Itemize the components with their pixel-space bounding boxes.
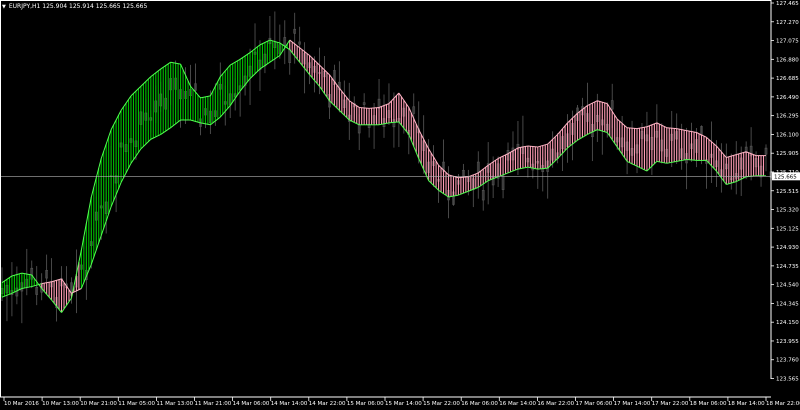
band-edge-upper <box>666 127 677 130</box>
time-tick-label: 14 Mar 06:00 <box>233 401 270 407</box>
price-tick-label: 125.905 <box>776 151 799 157</box>
price-tick-label: 127.465 <box>776 1 799 7</box>
current-price-label: 125.665 <box>774 174 797 180</box>
time-tick-label: 16 Mar 22:00 <box>537 401 574 407</box>
price-tick-label: 124.735 <box>776 264 799 270</box>
price-tick-label: 123.565 <box>776 377 799 383</box>
time-tick-label: 10 Mar 13:00 <box>42 401 79 407</box>
price-tick-label: 126.880 <box>776 57 799 63</box>
time-tick-label: 10 Mar 2016 <box>4 401 39 407</box>
price-tick-label: 126.490 <box>776 95 799 101</box>
price-tick-label: 127.075 <box>776 39 799 45</box>
time-tick-label: 15 Mar 14:00 <box>385 401 422 407</box>
price-tick-label: 127.270 <box>776 20 799 26</box>
time-tick-label: 18 Mar 22:00 <box>766 401 800 407</box>
price-chart[interactable]: 127.465 127.270 127.075 126.880 126.685 126.4… <box>0 0 800 410</box>
price-tick-label: 124.540 <box>776 283 799 289</box>
price-tick-label: 124.150 <box>776 320 799 326</box>
band-edge-upper <box>359 106 370 109</box>
chart-title-bar: ▼ EURJPY,H1 125.904 125.914 125.665 125.6… <box>2 1 147 13</box>
price-tick-label: 126.685 <box>776 76 799 82</box>
price-tick-label: 126.295 <box>776 114 799 120</box>
time-tick-label: 16 Mar 14:00 <box>499 401 536 407</box>
time-tick-label: 17 Mar 14:00 <box>614 401 651 407</box>
time-tick-label: 11 Mar 05:00 <box>118 401 155 407</box>
band-edge-upper <box>627 127 638 130</box>
time-tick-label: 15 Mar 06:00 <box>347 401 384 407</box>
band-edge-upper <box>527 145 538 148</box>
band-edge-lower <box>388 121 399 124</box>
price-tick-label: 124.345 <box>776 301 799 307</box>
chart-menu-triangle-icon[interactable]: ▼ <box>2 4 6 10</box>
time-tick-label: 18 Mar 14:00 <box>728 401 765 407</box>
ohlc-readout: 125.904 125.914 125.665 125.665 <box>42 3 148 10</box>
time-tick-label: 10 Mar 21:00 <box>80 401 117 407</box>
time-tick-label: 16 Mar 06:00 <box>461 401 498 407</box>
time-tick-label: 18 Mar 06:00 <box>690 401 727 407</box>
band-edge-lower <box>537 167 548 170</box>
time-tick-label: 11 Mar 13:00 <box>156 401 193 407</box>
price-tick-label: 123.955 <box>776 339 799 345</box>
band-edge-upper <box>458 176 469 179</box>
price-tick-label: 126.100 <box>776 132 799 138</box>
time-tick-label: 15 Mar 22:00 <box>423 401 460 407</box>
price-tick-label: 125.320 <box>776 208 799 214</box>
chart-window[interactable]: 127.465 127.270 127.075 126.880 126.685 126.4… <box>0 0 800 410</box>
time-tick-label: 17 Mar 22:00 <box>652 401 689 407</box>
symbol-label: EURJPY,H1 <box>8 3 41 10</box>
price-tick-label: 125.515 <box>776 189 799 195</box>
price-tick-label: 123.760 <box>776 358 799 364</box>
band-edge-upper <box>369 106 380 109</box>
time-tick-label: 11 Mar 21:00 <box>195 401 232 407</box>
time-tick-label: 17 Mar 06:00 <box>576 401 613 407</box>
price-tick-label: 124.930 <box>776 245 799 251</box>
band-edge-lower <box>686 158 697 161</box>
price-tick-label: 125.125 <box>776 226 799 232</box>
time-tick-label: 14 Mar 22:00 <box>309 401 346 407</box>
time-tick-label: 14 Mar 14:00 <box>271 401 308 407</box>
